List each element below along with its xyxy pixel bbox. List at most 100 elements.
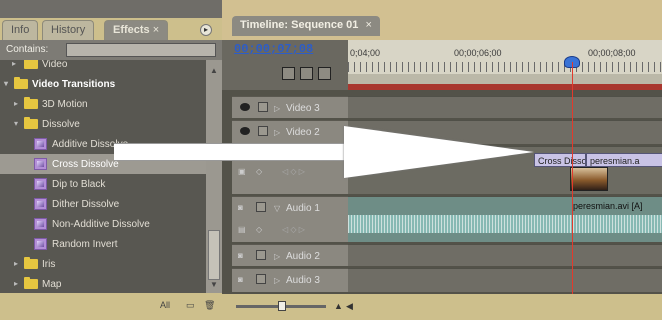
zoom-in-icon[interactable]: ▲	[334, 301, 343, 311]
tree-item-random-invert[interactable]: Random Invert	[0, 234, 206, 254]
tree-item-video[interactable]: ▸ Video	[0, 60, 206, 74]
tab-timeline-sequence[interactable]: Timeline: Sequence 01 ×	[232, 16, 380, 36]
transition-icon	[34, 138, 47, 150]
add-marker-icon[interactable]	[318, 67, 331, 80]
audio-clip-label[interactable]: peresmian.avi [A]	[570, 199, 662, 213]
folder-icon	[24, 257, 38, 269]
tree-item-dissolve[interactable]: ▾ Dissolve	[0, 114, 206, 134]
audio-waveform	[348, 215, 662, 233]
tree-item-3d-motion[interactable]: ▸ 3D Motion	[0, 94, 206, 114]
new-bin-icon[interactable]: ▭	[186, 300, 195, 311]
drag-arrow-shaft	[114, 143, 364, 161]
keyframe-nav-icon[interactable]: ◁ ◇ ▷	[282, 225, 305, 234]
transition-clip[interactable]: Cross Dissol	[534, 153, 586, 167]
ruler-label: 00;00;06;00	[454, 48, 502, 58]
lock-icon[interactable]	[258, 126, 268, 136]
tab-info[interactable]: Info	[2, 20, 39, 40]
lock-icon[interactable]	[256, 274, 266, 284]
tree-item-dip-to-black[interactable]: Dip to Black	[0, 174, 206, 194]
expand-icon[interactable]: ▷	[274, 252, 280, 261]
timecode-display[interactable]: 00;00;07;08	[234, 42, 313, 56]
display-style-icon[interactable]: ▤	[238, 225, 246, 234]
folder-icon	[24, 60, 38, 69]
track-header-audio-3[interactable]: ◙ ▷ Audio 3	[232, 268, 348, 292]
keyframe-icon[interactable]: ◇	[256, 167, 262, 176]
keyframe-nav-icon[interactable]: ◁ ◇ ▷	[282, 167, 305, 176]
expand-icon[interactable]: ▷	[274, 128, 280, 137]
tree-item-video-transitions[interactable]: ▾ Video Transitions	[0, 74, 206, 94]
ruler-label: 0;04;00	[350, 48, 381, 58]
scroll-left-icon[interactable]: ◀	[346, 301, 353, 312]
expand-icon[interactable]: ▸	[14, 279, 18, 288]
show-all-button[interactable]: All	[160, 300, 170, 310]
tree-scrollbar[interactable]: ▲ ▼	[206, 60, 222, 293]
track-audio-2[interactable]	[348, 244, 662, 266]
scroll-thumb[interactable]	[208, 230, 220, 280]
transition-icon	[34, 158, 47, 170]
track-audio-1[interactable]: peresmian.avi [A]	[348, 196, 662, 242]
video-clip[interactable]: peresmian.a	[586, 153, 662, 167]
eye-icon[interactable]	[240, 127, 250, 135]
tree-item-map[interactable]: ▸ Map	[0, 274, 206, 293]
snap-icon[interactable]	[282, 67, 295, 80]
speaker-icon[interactable]: ◙	[238, 275, 243, 284]
playhead-line	[572, 62, 573, 294]
track-header-video-2[interactable]: ▷ Video 2	[232, 120, 348, 144]
transition-icon	[34, 218, 47, 230]
track-audio-3[interactable]	[348, 268, 662, 292]
effects-bottom-bar: All ▭ 🗑	[0, 293, 222, 320]
scroll-up-icon[interactable]: ▲	[210, 66, 218, 75]
transition-icon	[34, 238, 47, 250]
lock-icon[interactable]	[256, 202, 266, 212]
transition-icon	[34, 198, 47, 210]
folder-icon	[24, 277, 38, 289]
speaker-icon[interactable]: ◙	[238, 251, 243, 260]
expand-icon[interactable]: ▸	[12, 60, 16, 68]
search-input[interactable]	[66, 43, 216, 57]
render-bar	[348, 84, 662, 90]
ruler-ticks	[348, 62, 662, 72]
tab-effects[interactable]: Effects ×	[104, 20, 169, 40]
tree-item-dither-dissolve[interactable]: Dither Dissolve	[0, 194, 206, 214]
folder-icon	[24, 97, 38, 109]
collapse-icon[interactable]: ▽	[274, 204, 280, 213]
timeline-bottom-bar: ▲ ◀	[222, 294, 662, 320]
transition-icon	[34, 178, 47, 190]
left-tab-bar: Info History Effects × ▸	[0, 18, 222, 40]
track-header-audio-1[interactable]: ◙ ▽ Audio 1 ▤ ◇ ◁ ◇ ▷	[232, 196, 348, 242]
collapse-icon[interactable]: ▾	[4, 79, 8, 88]
delete-icon[interactable]: 🗑	[204, 300, 215, 311]
expand-icon[interactable]: ▷	[274, 276, 280, 285]
work-area-bar[interactable]	[348, 74, 662, 84]
tree-item-iris[interactable]: ▸ Iris	[0, 254, 206, 274]
timeline-tab-bar: Timeline: Sequence 01 ×	[222, 0, 662, 40]
collapse-icon[interactable]: ▾	[14, 119, 18, 128]
expand-icon[interactable]: ▸	[14, 99, 18, 108]
track-header-audio-2[interactable]: ◙ ▷ Audio 2	[232, 244, 348, 266]
close-icon[interactable]: ×	[153, 24, 159, 36]
contains-label: Contains:	[6, 44, 49, 55]
lock-icon[interactable]	[258, 102, 268, 112]
marker-icon[interactable]	[300, 67, 313, 80]
speaker-icon[interactable]: ◙	[238, 203, 243, 212]
expand-icon[interactable]: ▸	[14, 259, 18, 268]
zoom-slider-knob[interactable]	[278, 301, 286, 311]
display-style-icon[interactable]: ▣	[238, 167, 246, 176]
app-window: Info History Effects × ▸ Contains: ▸ Vid…	[0, 0, 662, 320]
tree-item-non-additive-dissolve[interactable]: Non-Additive Dissolve	[0, 214, 206, 234]
folder-icon	[24, 117, 38, 129]
folder-icon	[14, 77, 28, 89]
scroll-down-icon[interactable]: ▼	[210, 280, 218, 289]
tab-history[interactable]: History	[42, 20, 95, 40]
panel-menu-icon[interactable]: ▸	[200, 24, 212, 36]
lock-icon[interactable]	[256, 250, 266, 260]
close-icon[interactable]: ×	[365, 19, 371, 31]
keyframe-icon[interactable]: ◇	[256, 225, 262, 234]
clip-thumbnail	[570, 167, 608, 191]
search-row: Contains:	[0, 40, 222, 60]
track-header-video-3[interactable]: ▷ Video 3	[232, 96, 348, 118]
ruler-label: 00;00;08;00	[588, 48, 636, 58]
expand-icon[interactable]: ▷	[274, 104, 280, 113]
eye-icon[interactable]	[240, 103, 250, 111]
track-video-3[interactable]	[348, 96, 662, 118]
